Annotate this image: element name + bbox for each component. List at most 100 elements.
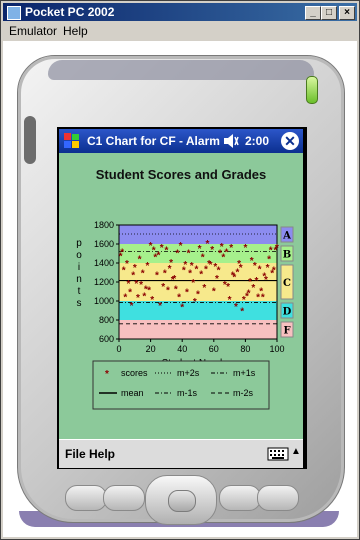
maximize-button[interactable]: □ [321, 6, 337, 20]
volume-icon[interactable] [223, 132, 239, 150]
clock-time[interactable]: 2:00 [245, 134, 269, 148]
device-top-band [48, 60, 314, 80]
data-point: * [269, 246, 273, 257]
close-icon[interactable]: ✕ [281, 132, 299, 150]
data-point: * [255, 276, 259, 287]
x-tick-label: 100 [269, 344, 284, 354]
navigation-pad[interactable] [145, 475, 217, 525]
y-tick-label: 1200 [94, 277, 114, 287]
menu-help[interactable]: Help [63, 24, 88, 38]
data-point: * [150, 295, 154, 306]
data-point: * [272, 266, 276, 277]
data-point: * [136, 293, 140, 304]
data-point: * [196, 289, 200, 300]
grade-label-D: D [283, 307, 292, 318]
data-point: * [243, 243, 247, 254]
data-point: * [247, 288, 251, 299]
data-point: * [217, 266, 221, 277]
data-point: * [155, 270, 159, 281]
data-point: * [161, 282, 165, 293]
data-point: * [234, 302, 238, 313]
data-point: * [128, 288, 132, 299]
data-point: * [141, 269, 145, 280]
keyboard-icon[interactable] [267, 447, 289, 461]
data-point: * [275, 243, 279, 254]
grade-label-A: A [282, 231, 291, 242]
data-point: * [125, 259, 129, 270]
legend-label: scores [121, 368, 148, 378]
close-button[interactable]: × [339, 6, 355, 20]
app-icon [7, 6, 21, 20]
data-point: * [177, 292, 181, 303]
legend-label: m+1s [233, 368, 256, 378]
windows-start-icon[interactable] [63, 132, 81, 150]
data-point: * [261, 292, 265, 303]
legend-label: m+2s [177, 368, 200, 378]
y-tick-label: 600 [99, 334, 114, 344]
data-point: * [183, 260, 187, 271]
x-tick-label: 40 [177, 344, 187, 354]
data-point: * [202, 283, 206, 294]
data-point: * [160, 243, 164, 254]
grade-band-D [119, 301, 277, 320]
data-point: * [228, 295, 232, 306]
x-tick-label: 80 [240, 344, 250, 354]
data-point: * [120, 248, 124, 259]
data-point: * [206, 239, 210, 250]
data-point: * [179, 241, 183, 252]
hardware-button-4[interactable] [257, 485, 299, 511]
y-tick-label: 1000 [94, 296, 114, 306]
up-arrow-icon[interactable]: ▲ [291, 446, 301, 457]
data-point: * [172, 274, 176, 285]
data-point: * [134, 279, 138, 290]
data-point: * [253, 261, 257, 272]
chart-app-area: Student Scores and Grades A B C D F 0 20 40 60 80… [59, 153, 303, 439]
data-point: * [163, 269, 167, 280]
data-point: * [201, 252, 205, 263]
x-tick-label: 0 [116, 344, 121, 354]
data-point: * [224, 248, 228, 259]
data-point: * [164, 246, 168, 257]
hardware-button-2[interactable] [103, 485, 145, 511]
hardware-button-3[interactable] [219, 485, 261, 511]
data-point: * [139, 280, 143, 291]
grade-label-C: C [283, 278, 291, 289]
side-button[interactable] [24, 116, 36, 164]
data-point: * [133, 263, 137, 274]
y-axis-label: points [76, 238, 82, 309]
data-point: * [209, 260, 213, 271]
minimize-button[interactable]: _ [305, 6, 321, 20]
data-point: * [123, 292, 127, 303]
data-point: * [190, 261, 194, 272]
data-point: * [130, 301, 134, 312]
data-point: * [220, 242, 224, 253]
y-tick-label: 1400 [94, 258, 114, 268]
data-point: * [212, 287, 216, 298]
data-point: * [158, 301, 162, 312]
emulator-client-area: C1 Chart for CF - Alarm 2:00 ✕ Student S… [3, 41, 357, 537]
hardware-button-1[interactable] [65, 485, 107, 511]
grade-label-B: B [283, 250, 291, 261]
grade-label-F: F [283, 326, 290, 337]
data-point: * [185, 288, 189, 299]
y-tick-label: 1800 [94, 220, 114, 230]
legend-marker-scores: * [105, 369, 109, 380]
x-tick-label: 20 [146, 344, 156, 354]
emulator-window: Pocket PC 2002 _ □ × Emulator Help C1 Ch… [0, 0, 360, 540]
menu-emulator[interactable]: Emulator [9, 24, 57, 38]
data-point: * [194, 265, 198, 276]
data-point: * [145, 261, 149, 272]
window-menubar: Emulator Help [3, 22, 357, 40]
window-titlebar[interactable]: Pocket PC 2002 _ □ × [3, 3, 357, 21]
data-point: * [240, 307, 244, 318]
menu-file[interactable]: File [65, 447, 86, 461]
y-tick-label: 1600 [94, 239, 114, 249]
data-point: * [239, 263, 243, 274]
menu-help-device[interactable]: Help [89, 447, 115, 461]
scatter-chart: AB C DF 0 20 40 60 80 100 600 800 1000 1200 1400 1600 1… [76, 220, 294, 410]
hardware-buttons [65, 475, 299, 525]
navigation-pad-center[interactable] [168, 490, 196, 512]
legend-label: m-1s [177, 388, 197, 398]
data-point: * [187, 249, 191, 260]
y-tick-label: 800 [99, 315, 114, 325]
